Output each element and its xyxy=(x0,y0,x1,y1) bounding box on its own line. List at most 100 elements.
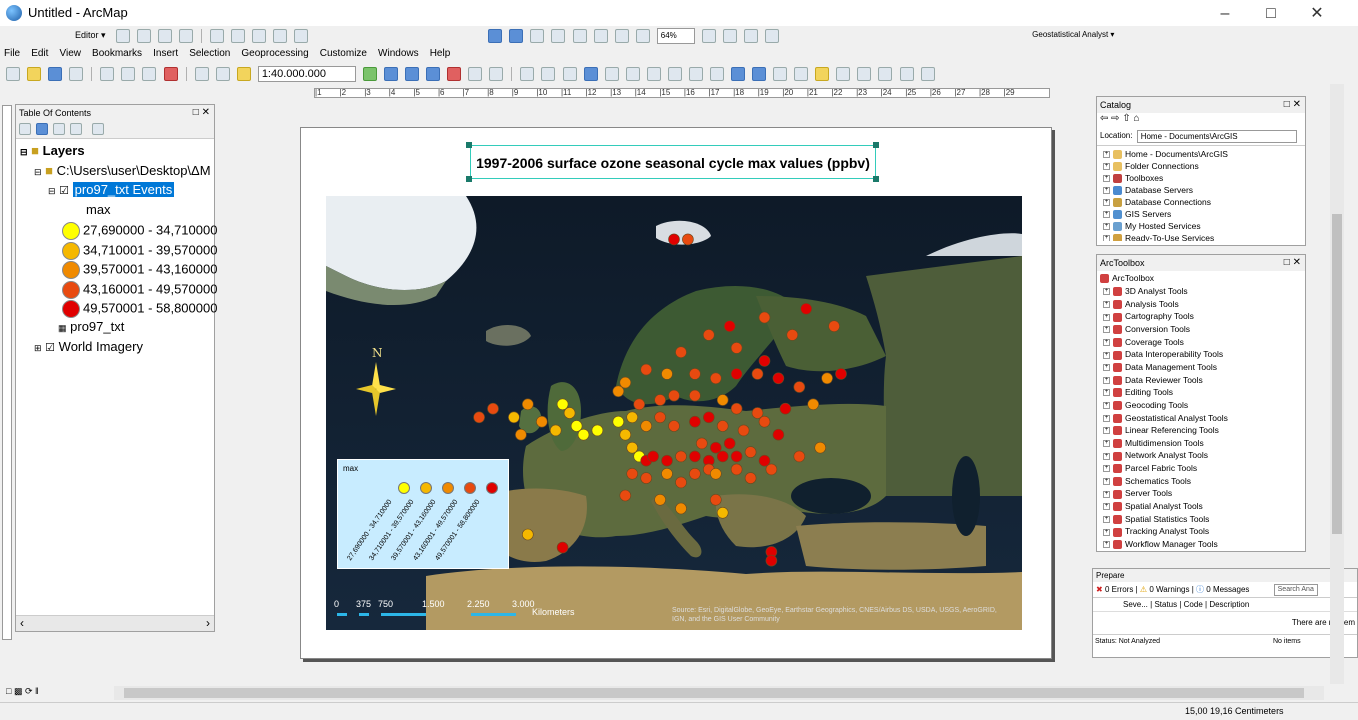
toolbox-item[interactable]: + Network Analyst Tools xyxy=(1103,450,1208,461)
class-symbol-icon[interactable] xyxy=(62,261,80,279)
editor-menu[interactable]: Editor ▾ xyxy=(72,28,109,44)
data-driven-pages-icon[interactable] xyxy=(765,29,780,43)
zoom-whole-page-icon[interactable] xyxy=(488,29,503,43)
col-code[interactable]: Code xyxy=(1184,600,1203,609)
catalog-item[interactable]: + Ready-To-Use Services xyxy=(1103,233,1214,241)
toolbox-item[interactable]: + Geostatistical Analyst Tools xyxy=(1103,413,1228,423)
north-arrow[interactable]: N xyxy=(346,346,406,426)
toolbox-item[interactable]: + Geocoding Tools xyxy=(1103,400,1188,411)
toolbox-item[interactable]: + Multidimension Tools xyxy=(1103,438,1204,449)
col-status[interactable]: Status xyxy=(1154,600,1177,609)
select-elements-icon[interactable] xyxy=(731,67,745,81)
print-icon[interactable] xyxy=(69,67,84,81)
copy-icon[interactable] xyxy=(121,67,136,81)
home-icon[interactable]: ⌂ xyxy=(1134,113,1140,124)
toc-class-row[interactable]: 39,570001 - 43,160000 xyxy=(62,261,217,279)
toc-layers-row[interactable]: ⊟ ■ Layers xyxy=(20,143,85,158)
go-forward-icon[interactable] xyxy=(667,67,682,81)
catalog-window-buttons[interactable]: □ ✕ xyxy=(1284,97,1301,113)
class-symbol-icon[interactable] xyxy=(62,241,80,260)
list-by-selection-icon[interactable] xyxy=(70,123,83,135)
toc-icon[interactable] xyxy=(383,67,398,81)
toc-window-buttons[interactable]: □ ✕ xyxy=(193,105,210,121)
scroll-right-icon[interactable]: › xyxy=(206,616,210,630)
go-back-icon[interactable] xyxy=(646,67,661,81)
delete-icon[interactable] xyxy=(163,67,178,81)
map-legend[interactable]: max 27,690000 - 34,710000 34,710001 - 39,… xyxy=(337,459,509,569)
zoom-out-fixed-icon[interactable] xyxy=(572,29,587,43)
toc-class-row[interactable]: 34,710001 - 39,570000 xyxy=(62,241,217,260)
pause-drawing-button[interactable]: ‖ xyxy=(35,686,39,696)
catalog-item[interactable]: + Toolboxes xyxy=(1103,173,1163,184)
find-route-icon[interactable] xyxy=(857,67,872,81)
back-extent-icon[interactable] xyxy=(614,29,629,43)
toolbox-item[interactable]: + Server Tools xyxy=(1103,488,1172,499)
class-symbol-icon[interactable] xyxy=(62,300,80,318)
forward-arrow-icon[interactable]: ⇨ xyxy=(1111,113,1119,124)
fixed-zoom-in-icon[interactable] xyxy=(604,67,619,81)
add-data-icon[interactable] xyxy=(236,67,251,81)
list-by-source-icon[interactable] xyxy=(36,123,49,135)
search-analyzer-input[interactable]: Search Ana xyxy=(1273,584,1318,596)
selection-handle[interactable] xyxy=(873,176,879,182)
pan-icon[interactable] xyxy=(562,67,577,81)
class-symbol-icon[interactable] xyxy=(62,222,80,240)
refresh-button[interactable]: ⟳ xyxy=(25,686,33,696)
toolbox-item[interactable]: + Editing Tools xyxy=(1103,387,1173,398)
menu-view[interactable]: View xyxy=(55,46,85,62)
geostatistical-menu[interactable]: Geostatistical Analyst ▾ xyxy=(1029,28,1117,44)
layout-view-button[interactable]: ▩ xyxy=(14,686,23,696)
selection-handle[interactable] xyxy=(873,142,879,148)
zoom-in-fixed-icon[interactable] xyxy=(509,29,524,43)
menu-help[interactable]: Help xyxy=(426,46,455,62)
selection-handle[interactable] xyxy=(466,176,472,182)
toc-class-row[interactable]: 43,160001 - 49,570000 xyxy=(62,280,217,299)
identify-icon[interactable] xyxy=(752,67,767,81)
attributes-icon[interactable] xyxy=(273,29,288,43)
search-window-icon[interactable] xyxy=(426,67,441,81)
menu-geoprocessing[interactable]: Geoprocessing xyxy=(237,46,312,62)
catalog-item[interactable]: + Home - Documents\ArcGIS xyxy=(1103,149,1228,160)
toolbox-item[interactable]: +3D Analyst Tools xyxy=(1103,286,1188,297)
list-by-visibility-icon[interactable] xyxy=(53,123,66,135)
undo-icon[interactable] xyxy=(194,67,209,81)
sketch-icon[interactable] xyxy=(136,29,151,43)
toolbox-item[interactable]: + Analysis Tools xyxy=(1103,299,1179,309)
toc-class-row[interactable]: 49,570001 - 58,800000 xyxy=(62,300,217,318)
hyperlink-icon[interactable] xyxy=(773,67,788,81)
up-folder-icon[interactable]: ⇧ xyxy=(1122,113,1130,124)
find-icon[interactable] xyxy=(836,67,851,81)
cut-icon[interactable] xyxy=(100,67,115,81)
map-title[interactable]: 1997-2006 surface ozone seasonal cycle m… xyxy=(470,145,876,179)
html-popup-icon[interactable] xyxy=(794,67,809,81)
basemap-visibility-checkbox[interactable]: ☑ xyxy=(45,342,55,354)
split-tool-icon[interactable] xyxy=(209,29,224,43)
pan-page-icon[interactable] xyxy=(530,29,545,43)
catalog-icon[interactable] xyxy=(405,67,419,81)
layer-name[interactable]: pro97_txt Events xyxy=(72,182,175,197)
catalog-item[interactable]: + Folder Connections xyxy=(1103,161,1199,172)
editor-toolbar-icon[interactable] xyxy=(362,67,377,81)
selection-handle[interactable] xyxy=(466,142,472,148)
zoom-combo[interactable]: 64% xyxy=(656,28,695,44)
toc-folder-row[interactable]: ⊟ ■ C:\Users\user\Desktop\ΔM xyxy=(34,163,211,178)
focus-data-frame-icon[interactable] xyxy=(722,29,737,43)
toolbox-window-buttons[interactable]: □ ✕ xyxy=(1284,255,1301,271)
fixed-zoom-out-icon[interactable] xyxy=(625,67,640,81)
toolbox-item[interactable]: + Workflow Manager Tools xyxy=(1103,539,1218,550)
menu-customize[interactable]: Customize xyxy=(316,46,371,62)
layout-horizontal-scrollbar[interactable] xyxy=(114,686,1324,700)
location-input[interactable]: Home - Documents\ArcGIS xyxy=(1136,130,1297,143)
grid-icon[interactable] xyxy=(593,29,608,43)
forward-extent-icon[interactable] xyxy=(635,29,650,43)
toolbox-item[interactable]: + Spatial Analyst Tools xyxy=(1103,501,1203,512)
go-to-xy-icon[interactable] xyxy=(878,67,893,81)
trace-icon[interactable] xyxy=(178,29,193,43)
menu-windows[interactable]: Windows xyxy=(374,46,423,62)
paste-icon[interactable] xyxy=(142,67,157,81)
messages-button[interactable]: 0 Messages xyxy=(1206,585,1249,594)
list-by-drawing-order-icon[interactable] xyxy=(19,123,31,135)
delete-vertex-icon[interactable] xyxy=(252,29,267,43)
catalog-item[interactable]: + My Hosted Services xyxy=(1103,221,1201,232)
back-arrow-icon[interactable]: ⇦ xyxy=(1100,113,1108,124)
